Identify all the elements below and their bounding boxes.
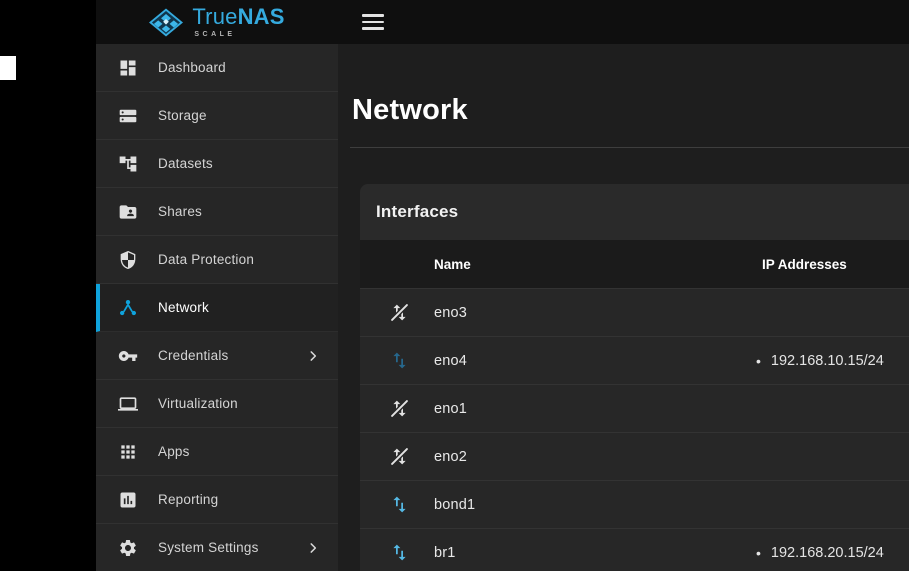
table-row-bond1[interactable]: bond1 — [360, 480, 909, 528]
interface-up-icon — [360, 542, 434, 563]
top-bar: TrueNAS SCALE — [96, 0, 909, 44]
chevron-right-icon — [306, 541, 320, 555]
screen: TrueNAS SCALE Dashboard — [0, 0, 909, 571]
sidebar-item-shares[interactable]: Shares — [96, 188, 338, 236]
interface-down-icon — [360, 302, 434, 323]
interface-name: eno1 — [434, 401, 752, 417]
interface-ip-cell: • 192.168.20.15/24 — [752, 545, 909, 561]
hamburger-menu-icon[interactable] — [362, 14, 384, 30]
desktop-white-mark — [0, 56, 16, 80]
sidebar-item-label: Shares — [158, 204, 202, 219]
sidebar-item-datasets[interactable]: Datasets — [96, 140, 338, 188]
sidebar-item-label: Dashboard — [158, 60, 226, 75]
table-row-eno3[interactable]: eno3 — [360, 288, 909, 336]
sidebar-item-label: Storage — [158, 108, 207, 123]
chevron-right-icon — [306, 349, 320, 363]
ip-bullet: • — [756, 545, 761, 561]
table-row-eno1[interactable]: eno1 — [360, 384, 909, 432]
interface-name: br1 — [434, 545, 752, 561]
interface-ip: 192.168.10.15/24 — [771, 353, 884, 369]
main-content: Network Interfaces Name IP Addresses — [338, 44, 909, 571]
interface-name: eno4 — [434, 353, 752, 369]
interfaces-card-header: Interfaces — [360, 184, 909, 240]
sidebar-item-apps[interactable]: Apps — [96, 428, 338, 476]
sidebar-item-label: Reporting — [158, 492, 218, 507]
sidebar-item-reporting[interactable]: Reporting — [96, 476, 338, 524]
apps-grid-icon — [118, 442, 138, 462]
sidebar-item-dashboard[interactable]: Dashboard — [96, 44, 338, 92]
desktop-strip — [0, 0, 96, 571]
shield-icon — [118, 250, 138, 270]
sidebar-item-data-protection[interactable]: Data Protection — [96, 236, 338, 284]
column-header-ip-addresses: IP Addresses — [752, 257, 909, 272]
sidebar-item-label: System Settings — [158, 540, 259, 555]
column-header-name: Name — [434, 257, 752, 272]
title-divider — [350, 147, 909, 148]
sidebar-item-label: Credentials — [158, 348, 229, 363]
dashboard-icon — [118, 58, 138, 78]
sidebar-item-network[interactable]: Network — [96, 284, 338, 332]
truenas-app-window: TrueNAS SCALE Dashboard — [96, 0, 909, 571]
table-row-eno2[interactable]: eno2 — [360, 432, 909, 480]
datasets-tree-icon — [118, 154, 138, 174]
table-row-eno4[interactable]: eno4 • 192.168.10.15/24 — [360, 336, 909, 384]
brand-name: TrueNAS — [192, 6, 284, 28]
interface-ip-cell: • 192.168.10.15/24 — [752, 353, 909, 369]
sidebar-item-credentials[interactable]: Credentials — [96, 332, 338, 380]
laptop-icon — [118, 394, 138, 414]
page-title: Network — [352, 94, 909, 127]
sidebar-item-system-settings[interactable]: System Settings — [96, 524, 338, 571]
sidebar-nav: Dashboard Storage — [96, 44, 338, 571]
sidebar-item-label: Data Protection — [158, 252, 254, 267]
interfaces-card: Interfaces Name IP Addresses — [360, 184, 909, 571]
interface-down-icon — [360, 446, 434, 467]
interface-name: bond1 — [434, 497, 752, 513]
brand-name-nas: NAS — [238, 4, 285, 29]
brand-subtitle: SCALE — [194, 31, 284, 38]
interface-name: eno2 — [434, 449, 752, 465]
interface-up-icon — [360, 494, 434, 515]
key-icon — [118, 346, 138, 366]
network-nodes-icon — [118, 298, 138, 318]
brand-name-true: True — [192, 4, 237, 29]
truenas-logo[interactable]: TrueNAS SCALE — [96, 6, 338, 38]
interface-ip: 192.168.20.15/24 — [771, 545, 884, 561]
bar-chart-icon — [118, 490, 138, 510]
interfaces-table-header: Name IP Addresses — [360, 240, 909, 288]
table-row-br1[interactable]: br1 • 192.168.20.15/24 — [360, 528, 909, 571]
sidebar-item-label: Virtualization — [158, 396, 238, 411]
storage-icon — [118, 106, 138, 126]
sidebar-item-virtualization[interactable]: Virtualization — [96, 380, 338, 428]
brand-text: TrueNAS SCALE — [192, 6, 284, 38]
sidebar-item-label: Apps — [158, 444, 190, 459]
sidebar-item-label: Datasets — [158, 156, 213, 171]
ip-bullet: • — [756, 353, 761, 369]
interface-down-icon — [360, 398, 434, 419]
shared-folder-icon — [118, 202, 138, 222]
interface-up-icon — [360, 350, 434, 371]
interfaces-card-title: Interfaces — [376, 202, 458, 222]
interface-name: eno3 — [434, 305, 752, 321]
sidebar-item-storage[interactable]: Storage — [96, 92, 338, 140]
truenas-logo-icon — [149, 8, 183, 37]
gear-icon — [118, 538, 138, 558]
sidebar-item-label: Network — [158, 300, 209, 315]
